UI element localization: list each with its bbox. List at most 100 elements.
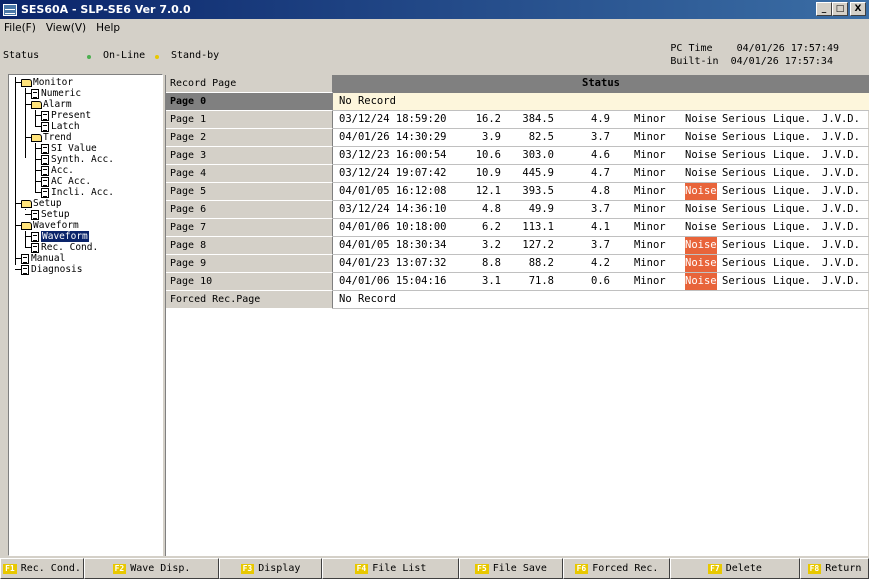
table-row[interactable]: Page 10 04/01/06 15:04:16 3.1 71.8 0.6 Minor N…: [166, 273, 869, 291]
record-status-cell: 04/01/05 16:12:08 12.1 393.5 4.8 Minor Noise S…: [333, 183, 869, 201]
function-key-label: File Save: [492, 563, 547, 574]
document-icon: [31, 242, 39, 253]
record-value-3: 4.7: [591, 167, 610, 179]
tree-connector: [15, 77, 16, 265]
tree-item-si-value[interactable]: SI Value: [41, 143, 97, 154]
function-key-badge: F8: [807, 563, 822, 574]
table-row[interactable]: Page 8 04/01/05 18:30:34 3.2 127.2 3.7 Minor N…: [166, 237, 869, 255]
tree-item-present[interactable]: Present: [41, 110, 91, 121]
document-icon: [41, 165, 49, 176]
tree-item-label: Rec. Cond.: [41, 242, 99, 253]
record-level: Minor: [634, 257, 666, 269]
table-row[interactable]: Page 7 04/01/06 10:18:00 6.2 113.1 4.1 Minor N…: [166, 219, 869, 237]
tree-item-trend[interactable]: Trend: [31, 132, 72, 143]
table-row[interactable]: Page 9 04/01/23 13:07:32 8.8 88.2 4.2 Minor No…: [166, 255, 869, 273]
tree-item-rec-cond[interactable]: Rec. Cond.: [31, 242, 98, 253]
record-serious-flag: Serious: [722, 257, 767, 269]
tree-item-ac-acc[interactable]: AC Acc.: [41, 176, 91, 187]
tree-item-monitor[interactable]: Monitor: [21, 77, 73, 88]
document-icon: [41, 110, 49, 121]
minimize-button[interactable]: _: [816, 2, 832, 16]
record-noise-flag: Noise: [685, 203, 717, 215]
table-row[interactable]: Page 2 04/01/26 14:30:29 3.9 82.5 3.7 Minor No…: [166, 129, 869, 147]
function-key-f8-button[interactable]: F8 Return: [800, 558, 869, 579]
close-button[interactable]: X: [850, 2, 866, 16]
tree-item-incli-acc[interactable]: Incli. Acc.: [41, 187, 114, 198]
function-key-f5-button[interactable]: F5 File Save: [459, 558, 563, 579]
function-key-label: Return: [825, 563, 862, 574]
tree-item-alarm[interactable]: Alarm: [31, 99, 72, 110]
table-row[interactable]: Page 4 03/12/24 19:07:42 10.9 445.9 4.7 Minor…: [166, 165, 869, 183]
record-status-cell: 04/01/05 18:30:34 3.2 127.2 3.7 Minor Noise Se…: [333, 237, 869, 255]
title-bar: SES60A - SLP-SE6 Ver 7.0.0 _ □ X: [0, 0, 869, 19]
record-serious-flag: Serious: [722, 239, 767, 251]
table-row[interactable]: Forced Rec.Page No Record: [166, 291, 869, 309]
tree-item-label: AC Acc.: [51, 176, 92, 187]
function-key-f7-button[interactable]: F7 Delete: [670, 558, 800, 579]
function-key-label: Wave Disp.: [130, 563, 191, 574]
tree-item-label: Waveform: [33, 220, 79, 231]
record-status-cell: 03/12/24 19:07:42 10.9 445.9 4.7 Minor Noise S…: [333, 165, 869, 183]
standby-indicator-icon: [155, 55, 159, 59]
function-key-f1-button[interactable]: F1 Rec. Cond.: [0, 558, 84, 579]
record-value-1: 3.2: [482, 239, 501, 251]
tree-item-diagnosis[interactable]: Diagnosis: [21, 264, 82, 275]
tree-item-label: Latch: [51, 121, 80, 132]
tree-item-label: Numeric: [41, 88, 82, 99]
record-value-1: 16.2: [475, 113, 501, 125]
record-value-2: 384.5: [522, 113, 554, 125]
function-key-badge: F4: [354, 563, 369, 574]
function-key-f4-button[interactable]: F4 File List: [322, 558, 459, 579]
function-key-badge: F2: [112, 563, 127, 574]
tree-item-waveform[interactable]: Waveform: [21, 220, 79, 231]
folder-icon: [21, 78, 32, 87]
maximize-button[interactable]: □: [832, 2, 848, 16]
tree-item-setup[interactable]: Setup: [31, 209, 70, 220]
table-row[interactable]: Page 6 03/12/24 14:36:10 4.8 49.9 3.7 Minor No…: [166, 201, 869, 219]
tree-item-manual[interactable]: Manual: [21, 253, 65, 264]
record-noise-flag: Noise: [685, 237, 717, 254]
record-value-3: 4.9: [591, 113, 610, 125]
table-row[interactable]: Page 5 04/01/05 16:12:08 12.1 393.5 4.8 Minor…: [166, 183, 869, 201]
tree-item-latch[interactable]: Latch: [41, 121, 80, 132]
folder-icon: [31, 100, 42, 109]
function-key-badge: F3: [240, 563, 255, 574]
record-lique-flag: Lique.: [773, 167, 811, 179]
record-status-cell: 03/12/24 14:36:10 4.8 49.9 3.7 Minor Noise Ser…: [333, 201, 869, 219]
document-icon: [41, 176, 49, 187]
record-lique-flag: Lique.: [773, 203, 811, 215]
tree-item-label: Manual: [31, 253, 66, 264]
record-value-3: 4.1: [591, 221, 610, 233]
table-row[interactable]: Page 0 No Record: [166, 93, 869, 111]
record-value-2: 445.9: [522, 167, 554, 179]
menu-file[interactable]: File(F): [4, 22, 36, 34]
function-key-badge: F1: [3, 563, 17, 574]
function-key-f3-button[interactable]: F3 Display: [219, 558, 322, 579]
record-serious-flag: Serious: [722, 203, 767, 215]
table-row[interactable]: Page 3 03/12/23 16:00:54 10.6 303.0 4.6 Minor…: [166, 147, 869, 165]
tree-item-waveform[interactable]: Waveform: [31, 231, 89, 242]
record-datetime: 03/12/23 16:00:54: [339, 149, 447, 161]
menu-view[interactable]: View(V): [46, 22, 86, 34]
function-key-f6-button[interactable]: F6 Forced Rec.: [563, 558, 670, 579]
menu-help[interactable]: Help: [96, 22, 120, 34]
folder-icon: [21, 199, 32, 208]
tree-item-synth-acc[interactable]: Synth. Acc.: [41, 154, 114, 165]
tree-connector: [25, 88, 26, 158]
record-level: Minor: [634, 239, 666, 251]
tree-item-setup[interactable]: Setup: [21, 198, 62, 209]
record-noise-flag: Noise: [685, 131, 717, 143]
record-page-label: Page 0: [166, 93, 333, 111]
tree-item-numeric[interactable]: Numeric: [31, 88, 81, 99]
record-lique-flag: Lique.: [773, 131, 811, 143]
record-level: Minor: [634, 131, 666, 143]
function-key-label: Display: [258, 563, 301, 574]
record-value-3: 4.2: [591, 257, 610, 269]
function-key-label: Delete: [725, 563, 762, 574]
function-key-f2-button[interactable]: F2 Wave Disp.: [84, 558, 219, 579]
table-row[interactable]: Page 1 03/12/24 18:59:20 16.2 384.5 4.9 Minor…: [166, 111, 869, 129]
window-title: SES60A - SLP-SE6 Ver 7.0.0: [21, 3, 191, 16]
record-page-label: Page 4: [166, 165, 333, 183]
record-level: Minor: [634, 149, 666, 161]
tree-item-acc[interactable]: Acc.: [41, 165, 74, 176]
